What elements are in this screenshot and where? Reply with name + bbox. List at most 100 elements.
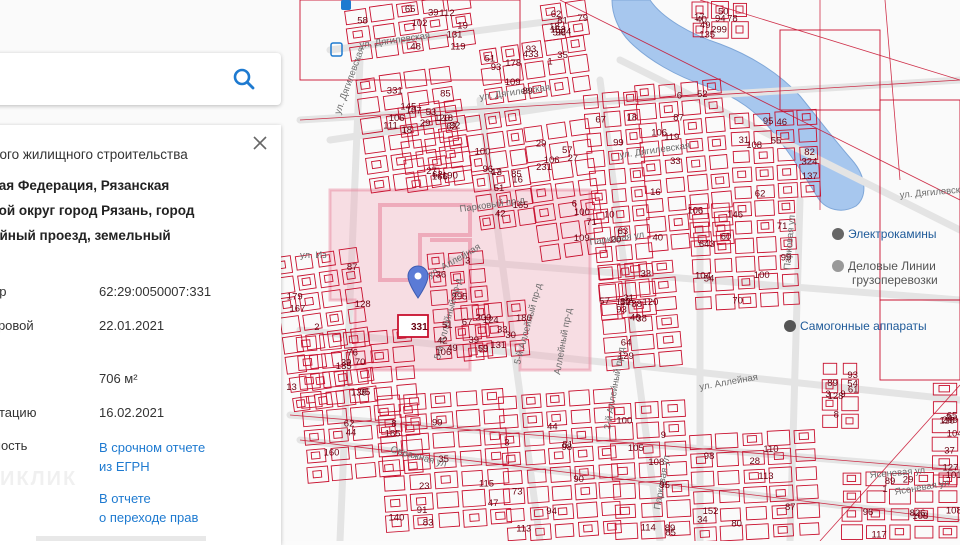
parcel-label: 3 xyxy=(504,437,509,448)
parcel-label: 8 xyxy=(391,419,396,430)
parcel-label: 1 xyxy=(882,484,887,495)
selected-parcel-number: 331 xyxy=(411,322,428,333)
parcel-label: 30 xyxy=(505,330,516,341)
parcel-label: 51 xyxy=(485,54,496,65)
parcel-label: 289 xyxy=(942,415,958,426)
parcel-label: 2 xyxy=(314,322,319,333)
parcel-label: 100 xyxy=(475,146,491,157)
parcel-label: 88 xyxy=(631,299,642,310)
parcel-area: 706 м² xyxy=(99,371,138,386)
registration-date: 22.01.2021 xyxy=(99,318,165,333)
parcel-label: 105 xyxy=(628,443,644,454)
parcel-label: 51 xyxy=(442,320,453,331)
parcel-label: 80 xyxy=(731,519,742,530)
parcel-label: 64 xyxy=(621,338,632,349)
update-date: 16.02.2021 xyxy=(99,405,165,420)
parcel-label: 49 xyxy=(447,343,458,354)
link-line[interactable]: В отчете xyxy=(99,491,151,506)
poi-pin[interactable]: Самогонные аппараты xyxy=(784,319,927,333)
search-input[interactable] xyxy=(2,65,226,93)
parcel-label: 331 xyxy=(387,86,403,97)
parcel-label: 104 xyxy=(695,270,711,281)
parcel-label: 1 xyxy=(547,56,552,67)
link-line[interactable]: В срочном отчете xyxy=(99,440,205,455)
parcel-label: 104 xyxy=(947,429,960,440)
link-line[interactable]: о переходе прав xyxy=(99,510,198,525)
parcel-label: 70 xyxy=(732,296,743,307)
parcel-label: 65 xyxy=(405,4,416,15)
row-label: атацию xyxy=(0,405,37,420)
search-icon[interactable] xyxy=(230,65,258,93)
parcel-label: 185 xyxy=(385,428,401,439)
parcel-label: 29 xyxy=(903,475,914,486)
parcel-label: 13 xyxy=(286,382,297,393)
parcel-label: 89 xyxy=(522,86,533,97)
bottom-scrollbar[interactable] xyxy=(36,536,206,541)
parcel-label: 135 xyxy=(699,30,715,41)
parcel-label: 19 xyxy=(457,20,468,31)
parcel-label: 167 xyxy=(290,304,306,315)
parcel-label: 46 xyxy=(777,117,788,128)
parcel-label: 100 xyxy=(616,416,632,427)
parcel-label: 95 xyxy=(659,480,670,491)
parcel-label: 13 xyxy=(491,167,502,178)
parcel-label: 87 xyxy=(673,113,684,124)
parcel-label: 57 xyxy=(562,145,573,156)
urgent-report-link[interactable]: В срочном отчете из ЕГРН xyxy=(99,438,205,476)
parcel-label: 106 xyxy=(389,113,405,124)
parcel-label: 39 xyxy=(428,7,439,18)
parcel-label: 10 xyxy=(604,210,615,221)
parcel-label: 37 xyxy=(944,446,955,457)
link-line[interactable]: из ЕГРН xyxy=(99,459,150,474)
parcel-label: 62 xyxy=(344,418,355,429)
parcel-label: 33 xyxy=(641,269,652,280)
parcel-label: 42 xyxy=(495,209,506,220)
parcel-label: 55 xyxy=(771,135,782,146)
parcel-label: 87 xyxy=(785,502,796,513)
parcel-label: 6 xyxy=(677,91,682,102)
parcel-label: 76 xyxy=(347,348,358,359)
poi-name: грузоперевозки xyxy=(852,273,938,287)
parcel-label: 113 xyxy=(758,471,773,482)
parcel-label: 119 xyxy=(450,42,465,53)
close-icon[interactable] xyxy=(250,133,270,153)
row-label: тровой xyxy=(0,318,34,333)
parcel-label: 59 xyxy=(478,344,489,355)
parcel-label: 16 xyxy=(512,174,523,185)
parcel-label: 58 xyxy=(357,15,368,26)
parcel-label: 120 xyxy=(643,297,659,308)
parcel-label: 106 xyxy=(651,128,667,139)
parcel-label: 137 xyxy=(802,171,818,182)
poi-pin[interactable]: Электрокамины xyxy=(832,227,937,241)
parcel-label: 52 xyxy=(697,89,708,100)
parcel-label: 82 xyxy=(804,147,815,158)
parcel-label: 62 xyxy=(755,188,766,199)
parcel-label: 113 xyxy=(516,524,531,535)
parcel-label: 27 xyxy=(426,166,437,177)
parcel-label: 129 xyxy=(618,351,634,362)
parcel-label: 160 xyxy=(324,447,340,458)
parcel-label: 108 xyxy=(946,505,960,516)
transfer-report-link[interactable]: В отчете о переходе прав xyxy=(99,489,198,527)
parcel-label: 101 xyxy=(946,470,960,481)
parcel-label: 62 xyxy=(446,121,457,132)
parcel-label: 108 xyxy=(648,457,664,468)
parcel-label: 51 xyxy=(494,183,505,194)
parcel-label: 50 xyxy=(718,6,729,17)
parcel-label: 9 xyxy=(661,430,666,441)
parcel-label: 102 xyxy=(412,18,428,29)
parcel-label: 35 xyxy=(557,50,568,61)
poi-icon xyxy=(832,228,844,240)
parcel-label: 18 xyxy=(402,125,413,136)
parcel-label: 18 xyxy=(549,22,560,33)
parcel-label: 145 xyxy=(400,101,416,112)
parcel-label: 57 xyxy=(599,296,610,307)
parcel-label: 117 xyxy=(872,529,887,540)
parcel-label: 8 xyxy=(834,410,839,421)
parcel-label: 29 xyxy=(536,138,547,149)
parcel-label: 180 xyxy=(516,313,532,324)
parcel-label: 85 xyxy=(440,89,451,100)
parcel-label: 295 xyxy=(452,291,468,302)
row-label: мость xyxy=(0,438,28,453)
parcel-label: 433 xyxy=(523,49,539,60)
